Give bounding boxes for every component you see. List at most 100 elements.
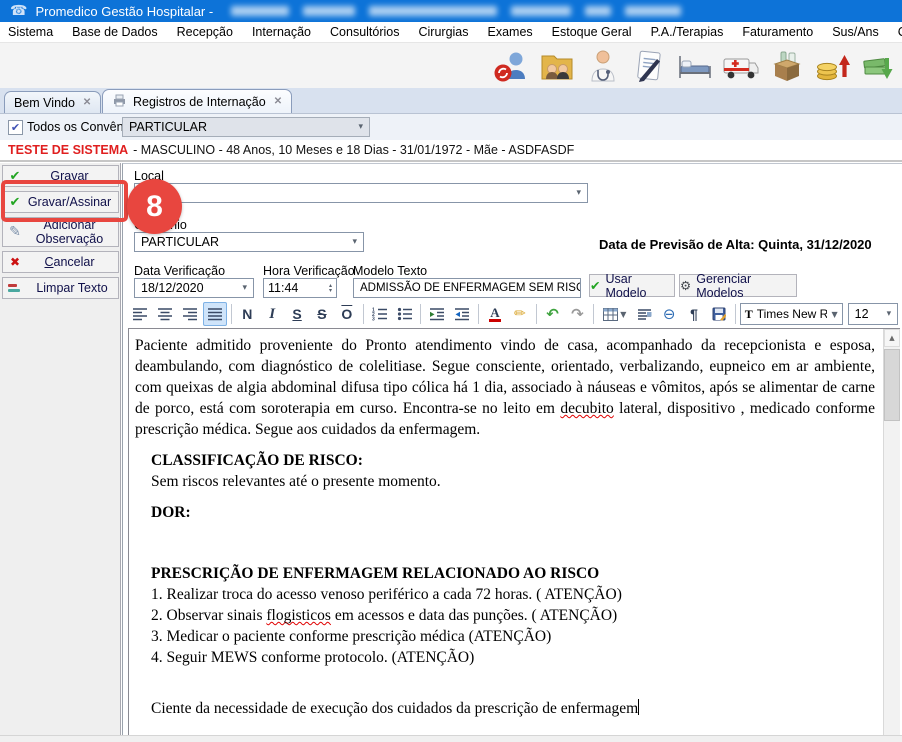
rich-text-editor[interactable]: Paciente admitido proveniente do Pronto …: [128, 328, 900, 736]
redo-button[interactable]: ↷: [566, 302, 590, 326]
blank-line: [135, 688, 875, 698]
hora-verificacao-spinner[interactable]: 11:44 ▴▾: [263, 278, 337, 298]
check-icon: ✔: [3, 196, 27, 209]
check-icon: ✔: [3, 170, 27, 183]
eraser-icon: [3, 284, 32, 292]
doctor-icon[interactable]: [584, 48, 622, 84]
menu-interna-o[interactable]: Internação: [252, 25, 311, 39]
numbered-list-button[interactable]: 123: [368, 302, 392, 326]
redacted-segment: [511, 6, 571, 16]
toolbar-separator: [231, 304, 232, 324]
menu-consult-rios[interactable]: Consultórios: [330, 25, 399, 39]
align-center-button[interactable]: [153, 302, 177, 326]
redacted-segment: [585, 6, 611, 16]
ambulance-icon[interactable]: [722, 48, 760, 84]
menu-sistema[interactable]: Sistema: [8, 25, 53, 39]
tab-bar: Bem Vindo ✕ Registros de Internação ✕: [0, 88, 902, 113]
paragraph-marks-button[interactable]: ¶: [682, 302, 706, 326]
spinner-arrows-icon[interactable]: ▴▾: [329, 283, 332, 293]
patient-info-bar: TESTE DE SISTEMA - MASCULINO - 48 Anos, …: [0, 140, 902, 162]
bullet-list-button[interactable]: [393, 302, 417, 326]
font-size-select[interactable]: 12 ▾: [848, 303, 898, 325]
local-select[interactable]: ▾: [134, 183, 588, 203]
action-sidebar: ✔Gravar ✔Gravar/Assinar ✎Adicionar Observa…: [0, 163, 121, 742]
align-left-button[interactable]: [128, 302, 152, 326]
convenio-filter-value: PARTICULAR: [129, 120, 207, 134]
pencil-icon: ✎: [3, 225, 27, 239]
editor-paragraph: Sem riscos relevantes até o presente mom…: [135, 471, 875, 492]
registro-form-panel: Local ▾ Convenio PARTICULAR ▾ Data de Pr…: [122, 163, 902, 742]
menu-faturamento[interactable]: Faturamento: [742, 25, 813, 39]
bottom-strip: [0, 735, 902, 742]
adicionar-observacao-button[interactable]: ✎Adicionar Observação: [2, 217, 119, 247]
blank-line: [135, 553, 875, 563]
close-tab-icon[interactable]: ✕: [83, 97, 91, 108]
todos-convenios-checkbox[interactable]: ✔: [8, 120, 23, 135]
redacted-segment: [231, 6, 289, 16]
editor-paragraph: 2. Observar sinais flogisticos em acesso…: [135, 605, 875, 626]
menu-sus-ans[interactable]: Sus/Ans: [832, 25, 879, 39]
save-text-button[interactable]: [707, 302, 731, 326]
modelo-texto-select[interactable]: ADMISSÃO DE ENFERMAGEM SEM RISCOS ▾: [353, 278, 581, 298]
chevron-down-icon: ▼: [620, 310, 626, 319]
misspelled-word: flogisticos: [266, 607, 331, 624]
redacted-segment: [303, 6, 355, 16]
undo-button[interactable]: ↶: [541, 302, 565, 326]
scrollbar-thumb[interactable]: [884, 349, 900, 421]
bold-button[interactable]: N: [235, 302, 259, 326]
main-toolbar-icons: [492, 43, 898, 89]
highlight-button[interactable]: ✏: [508, 302, 532, 326]
gravar-button[interactable]: ✔Gravar: [2, 165, 119, 187]
menu-recep-o[interactable]: Recepção: [177, 25, 233, 39]
menu-p-a-terapias[interactable]: P.A./Terapias: [651, 25, 724, 39]
strikethrough-button[interactable]: S: [310, 302, 334, 326]
convenio-select[interactable]: PARTICULAR ▾: [134, 232, 364, 252]
chevron-down-icon: ▾: [242, 283, 247, 293]
hospital-bed-icon[interactable]: [676, 48, 714, 84]
limpar-texto-button[interactable]: Limpar Texto: [2, 277, 119, 299]
editor-scrollbar[interactable]: ▲: [883, 329, 900, 735]
sync-patient-icon[interactable]: [492, 48, 530, 84]
outdent-button[interactable]: [450, 302, 474, 326]
menu-estoque-geral[interactable]: Estoque Geral: [552, 25, 632, 39]
editor-paragraph: Paciente admitido proveniente do Pronto …: [135, 335, 875, 440]
prescription-icon[interactable]: [630, 48, 668, 84]
scroll-up-icon[interactable]: ▲: [884, 329, 900, 347]
special-symbol-button[interactable]: ⊖: [657, 302, 681, 326]
font-name-select[interactable]: T Times New Roman ▼: [740, 303, 843, 325]
menu-exames[interactable]: Exames: [488, 25, 533, 39]
gravar-assinar-button[interactable]: ✔Gravar/Assinar: [2, 191, 119, 213]
paragraph-format-button[interactable]: [632, 302, 656, 326]
tab-registros-internacao[interactable]: Registros de Internação ✕: [102, 89, 292, 113]
usar-modelo-button[interactable]: ✔ Usar Modelo: [589, 274, 675, 297]
menu-cirurgias[interactable]: Cirurgias: [419, 25, 469, 39]
insert-table-button[interactable]: ▼: [598, 302, 631, 326]
align-justify-button[interactable]: [203, 302, 227, 326]
cancel-icon: ✖: [3, 256, 27, 268]
overline-button[interactable]: O: [335, 302, 359, 326]
data-verificacao-label: Data Verificação: [134, 264, 225, 278]
gravar-button-label: Gravar: [27, 169, 118, 183]
cash-down-icon[interactable]: [860, 48, 898, 84]
indent-button[interactable]: [425, 302, 449, 326]
blank-line: [135, 543, 875, 553]
printer-icon: [112, 94, 127, 110]
close-tab-icon[interactable]: ✕: [274, 96, 282, 107]
stock-icon[interactable]: [768, 48, 806, 84]
convenio-filter-select[interactable]: PARTICULAR ▾: [122, 117, 370, 137]
cancelar-button[interactable]: ✖Cancelar: [2, 251, 119, 273]
blank-line: [135, 523, 875, 533]
gerenciar-modelos-button[interactable]: ⚙ Gerenciar Modelos: [679, 274, 797, 297]
menu-base-de-dados[interactable]: Base de Dados: [72, 25, 157, 39]
tab-bem-vindo[interactable]: Bem Vindo ✕: [4, 91, 101, 113]
revenue-up-icon[interactable]: [814, 48, 852, 84]
align-right-button[interactable]: [178, 302, 202, 326]
italic-button[interactable]: I: [260, 302, 284, 326]
patients-folder-icon[interactable]: [538, 48, 576, 84]
menu-caixa[interactable]: Caixa: [898, 25, 902, 39]
toolbar-separator: [420, 304, 421, 324]
chevron-down-icon: ▾: [887, 309, 892, 319]
underline-button[interactable]: S: [285, 302, 309, 326]
data-verificacao-select[interactable]: 18/12/2020 ▾: [134, 278, 254, 298]
font-color-button[interactable]: A: [489, 306, 500, 322]
